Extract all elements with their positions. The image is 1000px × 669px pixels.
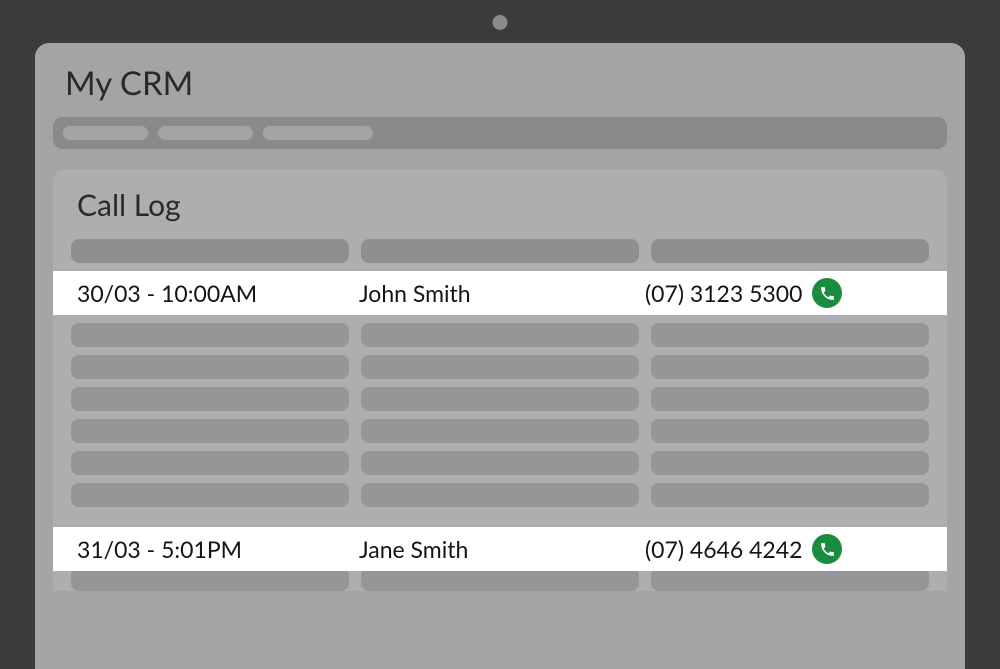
table-row-placeholder <box>651 387 929 411</box>
call-log-table: 30/03 - 10:00AM John Smith (07) 3123 530… <box>71 239 929 591</box>
call-button[interactable] <box>812 534 842 564</box>
table-row-placeholder <box>651 451 929 475</box>
table-row-placeholder <box>71 323 349 347</box>
table-row-placeholder <box>361 387 639 411</box>
table-row: 30/03 - 10:00AM John Smith (07) 3123 530… <box>53 271 947 315</box>
toolbar-item-placeholder[interactable] <box>158 126 253 140</box>
toolbar-item-placeholder[interactable] <box>63 126 148 140</box>
table-row-placeholder <box>651 419 929 443</box>
table-row-placeholder <box>71 419 349 443</box>
device-screen: My CRM Call Log <box>35 43 965 669</box>
toolbar-item-placeholder[interactable] <box>263 126 373 140</box>
call-phone-cell: (07) 4646 4242 <box>643 534 929 564</box>
call-datetime: 31/03 - 5:01PM <box>71 535 357 563</box>
call-phone-cell: (07) 3123 5300 <box>643 278 929 308</box>
device-camera-dot <box>493 15 508 30</box>
phone-icon <box>819 541 836 558</box>
table-row-placeholder <box>361 355 639 379</box>
table-row-placeholder <box>361 451 639 475</box>
table-row-placeholder <box>71 355 349 379</box>
column-header-placeholder <box>361 239 639 263</box>
call-phone-number: (07) 4646 4242 <box>645 535 802 563</box>
column-header-placeholder <box>651 239 929 263</box>
table-row-placeholder <box>361 323 639 347</box>
column-header-placeholder <box>71 239 349 263</box>
call-datetime: 30/03 - 10:00AM <box>71 279 357 307</box>
table-row-placeholder <box>361 483 639 507</box>
table-row-placeholder <box>361 419 639 443</box>
table-row-placeholder <box>71 387 349 411</box>
call-contact-name: John Smith <box>357 279 643 307</box>
call-button[interactable] <box>812 278 842 308</box>
call-log-panel: Call Log <box>53 169 947 591</box>
app-title: My CRM <box>65 63 947 103</box>
table-row-placeholder <box>651 323 929 347</box>
call-contact-name: Jane Smith <box>357 535 643 563</box>
table-row: 31/03 - 5:01PM Jane Smith (07) 4646 4242 <box>53 527 947 571</box>
panel-title: Call Log <box>77 187 929 223</box>
table-row-placeholder <box>651 483 929 507</box>
table-row-placeholder <box>71 451 349 475</box>
call-phone-number: (07) 3123 5300 <box>645 279 802 307</box>
table-row-placeholder <box>71 483 349 507</box>
phone-icon <box>819 285 836 302</box>
table-row-placeholder <box>651 355 929 379</box>
toolbar <box>53 117 947 149</box>
